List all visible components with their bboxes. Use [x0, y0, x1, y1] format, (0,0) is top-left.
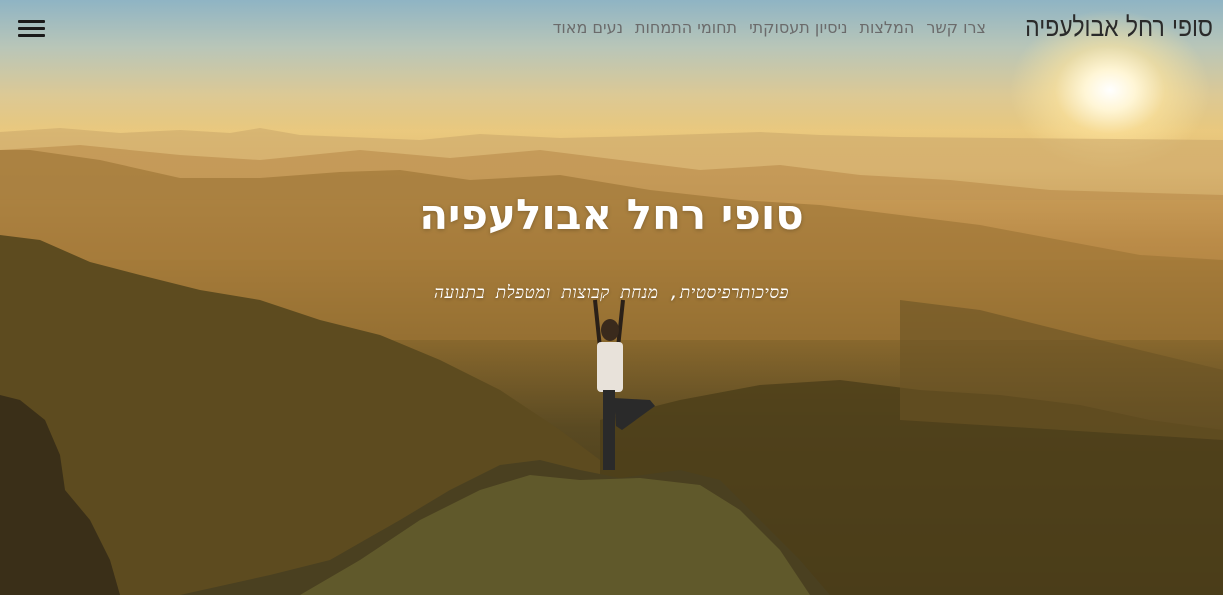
- top-navbar: צרו קשר המלצות ניסיון תעסוקתי תחומי התמח…: [0, 0, 1223, 58]
- nav-item-about[interactable]: נעים מאוד: [553, 18, 623, 37]
- hamburger-menu-icon[interactable]: [18, 18, 46, 40]
- nav-links: צרו קשר המלצות ניסיון תעסוקתי תחומי התמח…: [553, 18, 986, 37]
- site-brand-logo[interactable]: סופי רחל אבולעפיה: [1025, 12, 1213, 43]
- nav-item-recommendations[interactable]: המלצות: [860, 18, 915, 37]
- hero-subtitle: פסיכותרפיסטית, מנחת קבוצות ומטפלת בתנועה: [434, 283, 789, 303]
- nav-item-specialties[interactable]: תחומי התמחות: [635, 18, 737, 37]
- nav-item-experience[interactable]: ניסיון תעסוקתי: [749, 18, 847, 37]
- nav-item-contact[interactable]: צרו קשר: [926, 18, 986, 37]
- hero-section: צרו קשר המלצות ניסיון תעסוקתי תחומי התמח…: [0, 0, 1223, 595]
- hero-title: סופי רחל אבולעפיה: [419, 190, 804, 239]
